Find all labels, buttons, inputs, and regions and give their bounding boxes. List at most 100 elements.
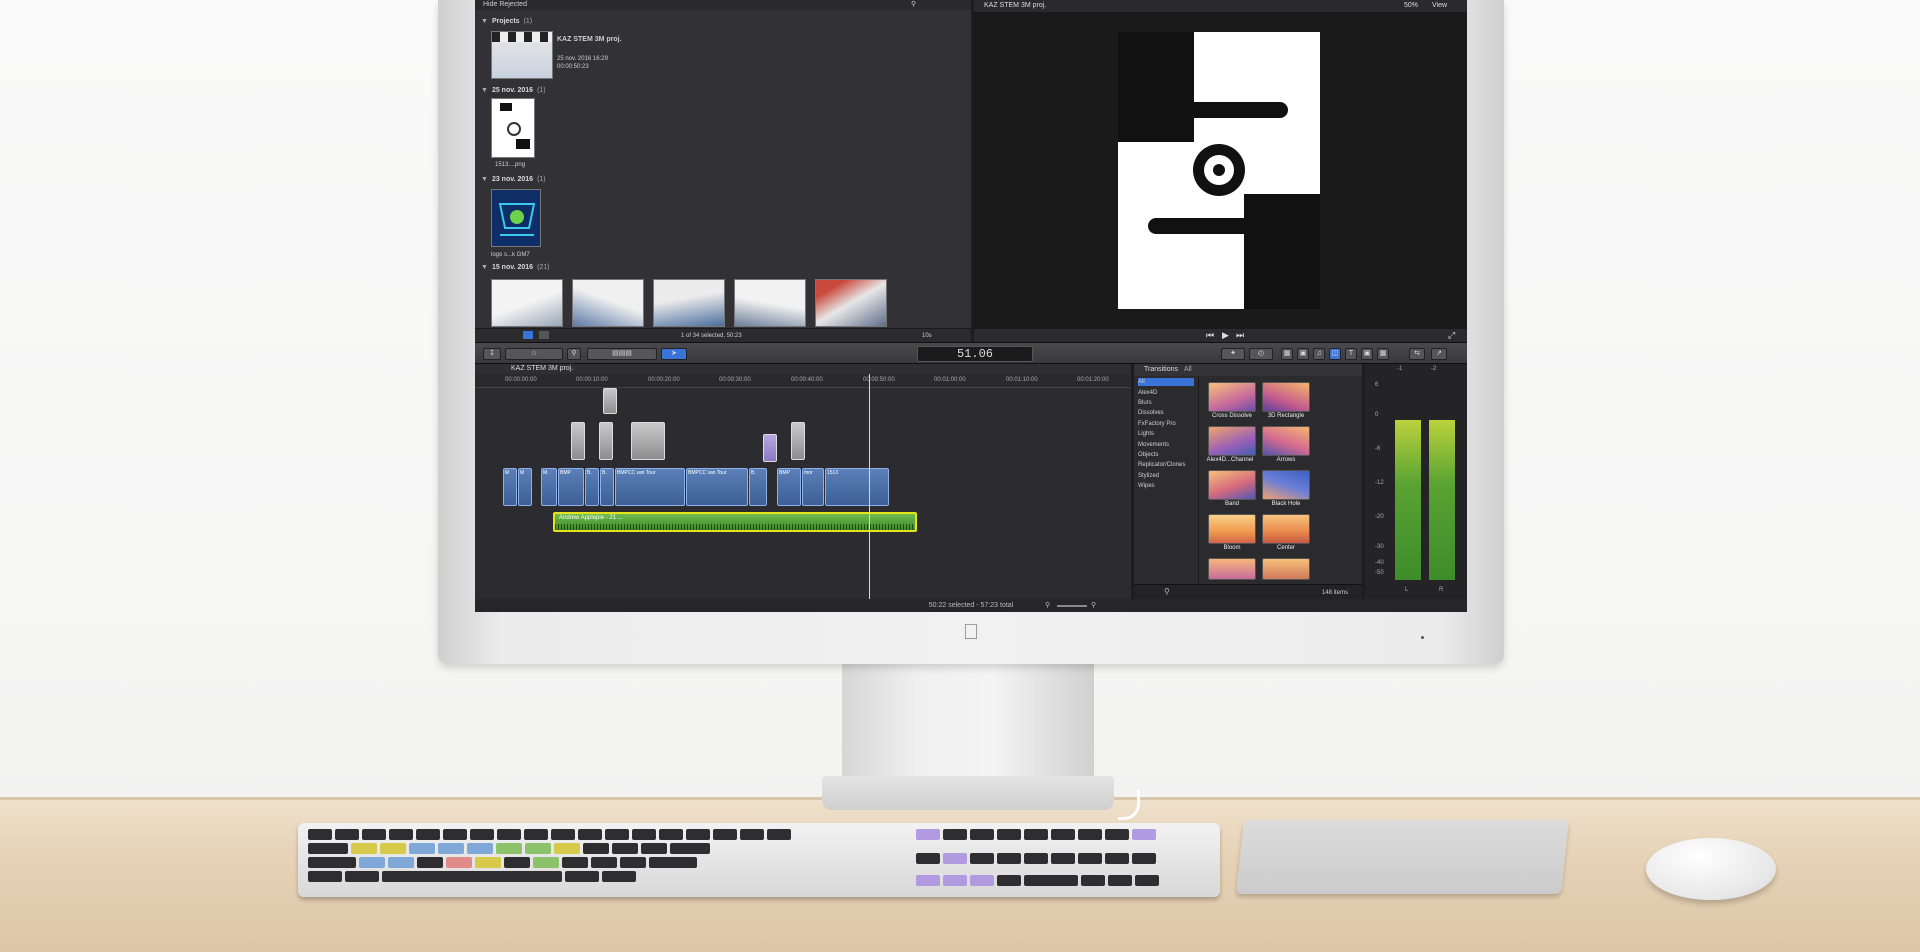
- rating-buttons[interactable]: ☆: [505, 348, 563, 360]
- meter-bar-left: [1395, 420, 1421, 580]
- transition-thumbnail[interactable]: [1262, 514, 1310, 544]
- video-clip-thumbnail[interactable]: [734, 279, 806, 327]
- browser-filter-bar[interactable]: Hide Rejected ⚲: [475, 0, 971, 10]
- search-icon[interactable]: ⚲: [911, 0, 916, 10]
- timeline[interactable]: KAZ STEM 3M proj. 00:00:00:00 00:00:10:0…: [475, 364, 1131, 599]
- category-item[interactable]: Wipes: [1138, 482, 1155, 490]
- transitions-browser-icon[interactable]: ◫: [1329, 348, 1341, 360]
- zoom-out-icon[interactable]: ⚲: [1045, 599, 1050, 612]
- keyword-button[interactable]: ⚲: [567, 348, 581, 360]
- video-clip[interactable]: BMPCC van Tour: [615, 468, 685, 506]
- play-icon[interactable]: ▶: [1222, 330, 1229, 341]
- transition-thumbnail[interactable]: [1262, 470, 1310, 500]
- projects-section-header[interactable]: ▼ Projects (1): [481, 17, 532, 26]
- skip-forward-icon[interactable]: ⏭: [1236, 330, 1244, 341]
- connected-clip[interactable]: [631, 422, 665, 460]
- fullscreen-icon[interactable]: ⤢: [1448, 330, 1455, 341]
- disclosure-triangle-icon[interactable]: ▼: [481, 263, 488, 272]
- generators-browser-icon[interactable]: ▣: [1361, 348, 1373, 360]
- video-clip[interactable]: M.: [541, 468, 557, 506]
- inspector-icon[interactable]: ⇆: [1409, 348, 1425, 360]
- viewer-frame[interactable]: [1118, 32, 1320, 309]
- category-item[interactable]: Dissolves: [1138, 409, 1164, 417]
- music-audio-clip[interactable]: Andrew Applepie - 21 ...: [553, 512, 917, 532]
- category-item[interactable]: FxFactory Pro: [1138, 420, 1176, 428]
- video-clip[interactable]: B.: [585, 468, 599, 506]
- import-button[interactable]: ↧: [483, 348, 501, 360]
- video-clip[interactable]: 1513: [825, 468, 889, 506]
- event-25-nov-header[interactable]: ▼ 25 nov. 2016 (1): [481, 86, 546, 95]
- transitions-filter[interactable]: All: [1184, 366, 1192, 373]
- disclosure-triangle-icon[interactable]: ▼: [481, 86, 488, 95]
- category-item[interactable]: All: [1138, 378, 1194, 386]
- transitions-footer: ⚲ 148 items: [1134, 584, 1362, 599]
- retime-button[interactable]: ◴: [1249, 348, 1273, 360]
- music-browser-icon[interactable]: ♫: [1313, 348, 1325, 360]
- video-clip-thumbnail[interactable]: [653, 279, 725, 327]
- category-item[interactable]: Alex4D: [1138, 389, 1157, 397]
- project-name[interactable]: KAZ STEM 3M proj.: [557, 36, 622, 44]
- skip-back-icon[interactable]: ⏮: [1206, 330, 1214, 341]
- zoom-in-icon[interactable]: ⚲: [1091, 599, 1096, 612]
- connected-clip[interactable]: [599, 422, 613, 460]
- video-clip[interactable]: B.: [600, 468, 614, 506]
- timecode-display[interactable]: 51.06: [917, 346, 1033, 362]
- zoom-level[interactable]: 50%: [1404, 0, 1418, 12]
- transition-thumbnail[interactable]: [1208, 558, 1256, 580]
- video-clip-thumbnail[interactable]: [815, 279, 887, 327]
- share-icon[interactable]: ↗: [1431, 348, 1447, 360]
- category-item[interactable]: Blurs: [1138, 399, 1152, 407]
- category-item[interactable]: Objects: [1138, 451, 1158, 459]
- video-clip[interactable]: mor: [802, 468, 824, 506]
- select-tool-button[interactable]: ➤: [661, 348, 687, 360]
- connected-clip[interactable]: [603, 388, 617, 414]
- search-icon[interactable]: ⚲: [1164, 587, 1170, 596]
- transition-thumbnail[interactable]: [1208, 514, 1256, 544]
- video-clip[interactable]: BMP: [558, 468, 584, 506]
- enhance-button[interactable]: ✦: [1221, 348, 1245, 360]
- playhead[interactable]: [869, 374, 870, 599]
- clip-duration-setting[interactable]: 10s: [922, 332, 932, 340]
- transition-thumbnail[interactable]: [1262, 426, 1310, 456]
- disclosure-triangle-icon[interactable]: ▼: [481, 17, 488, 26]
- transition-thumbnail[interactable]: [1208, 470, 1256, 500]
- video-clip-thumbnail[interactable]: [572, 279, 644, 327]
- view-menu[interactable]: View: [1432, 0, 1447, 12]
- zoom-slider[interactable]: [1057, 605, 1087, 607]
- project-thumbnail[interactable]: [491, 31, 553, 79]
- transitions-browser: Transitions All All Alex4D Blurs Dissolv…: [1134, 364, 1362, 599]
- category-item[interactable]: Movements: [1138, 441, 1169, 449]
- browser-footer: 1 of 34 selected, 50:23 10s: [475, 328, 971, 342]
- titles-browser-icon[interactable]: T: [1345, 348, 1357, 360]
- connected-title-clip[interactable]: [763, 434, 777, 462]
- transition-thumbnail[interactable]: [1208, 426, 1256, 456]
- effects-browser-icon[interactable]: ▦: [1281, 348, 1293, 360]
- image-clip-thumbnail[interactable]: [491, 98, 535, 158]
- event-15-nov-header[interactable]: ▼ 15 nov. 2016 (21): [481, 263, 550, 272]
- photo-browser-icon[interactable]: ▣: [1297, 348, 1309, 360]
- transition-thumbnail[interactable]: [1262, 382, 1310, 412]
- logo-clip-thumbnail[interactable]: [491, 189, 541, 247]
- video-clip[interactable]: BMP: [777, 468, 801, 506]
- filmstrip-view-icon[interactable]: [523, 331, 533, 339]
- filter-dropdown[interactable]: Hide Rejected: [483, 1, 527, 8]
- category-item[interactable]: Lights: [1138, 430, 1154, 438]
- category-item[interactable]: Replicator/Clones: [1138, 461, 1185, 469]
- transition-thumbnail[interactable]: [1262, 558, 1310, 580]
- video-clip[interactable]: M: [518, 468, 532, 506]
- edit-buttons[interactable]: ▤▤▤: [587, 348, 657, 360]
- video-clip[interactable]: BMPCC van Tour: [686, 468, 748, 506]
- video-clip-thumbnail[interactable]: [491, 279, 563, 327]
- event-23-nov-header[interactable]: ▼ 23 nov. 2016 (1): [481, 175, 546, 184]
- video-clip[interactable]: M: [503, 468, 517, 506]
- video-clip[interactable]: B.: [749, 468, 767, 506]
- themes-browser-icon[interactable]: ▦: [1377, 348, 1389, 360]
- transition-thumbnail[interactable]: [1208, 382, 1256, 412]
- timeline-ruler[interactable]: 00:00:00:00 00:00:10:00 00:00:20:00 00:0…: [475, 374, 1131, 388]
- connected-clip[interactable]: [571, 422, 585, 460]
- category-item[interactable]: Stylized: [1138, 472, 1159, 480]
- list-view-icon[interactable]: [539, 331, 549, 339]
- monitor-stand-foot: [822, 776, 1114, 810]
- connected-clip[interactable]: [791, 422, 805, 460]
- disclosure-triangle-icon[interactable]: ▼: [481, 175, 488, 184]
